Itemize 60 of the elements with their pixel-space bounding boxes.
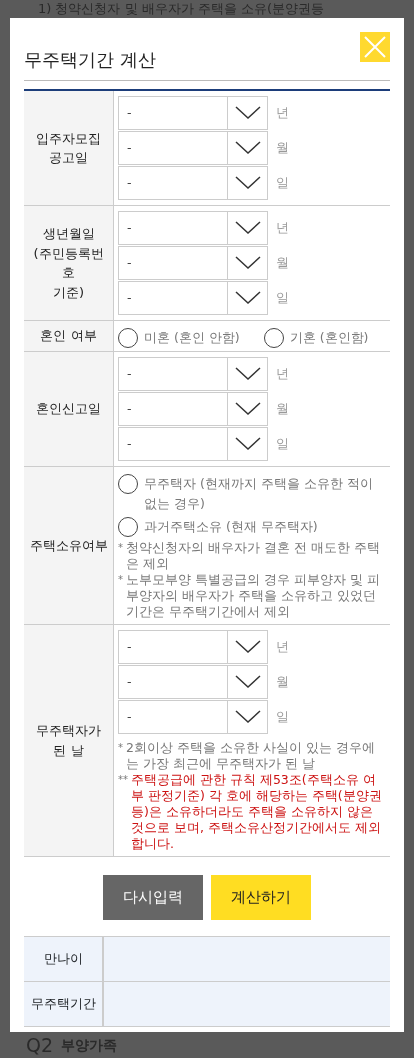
date-select[interactable]: - [118, 281, 268, 315]
chevron-down-icon [234, 106, 261, 120]
chevron-down-icon [234, 367, 261, 381]
modal-title: 무주택기간 계산 [24, 48, 156, 72]
unit-label: 년 [276, 637, 289, 656]
date-select[interactable]: - [118, 357, 268, 391]
date-select[interactable]: - [118, 392, 268, 426]
chevron-down-icon [234, 675, 261, 689]
result-label: 무주택기간 [24, 982, 104, 1026]
field-label: 혼인신고일 [24, 352, 114, 466]
date-select[interactable]: - [118, 427, 268, 461]
chevron-down-icon [234, 291, 261, 305]
unit-label: 일 [276, 288, 289, 307]
chevron-down-icon [234, 710, 261, 724]
radio-label: 미혼 (혼인 안함) [144, 329, 240, 347]
chevron-down-icon [234, 256, 261, 270]
date-select[interactable]: - [118, 630, 268, 664]
field-label: 주택소유여부 [24, 467, 114, 624]
unit-label: 년 [276, 103, 289, 122]
radio-label: 과거주택소유 (현재 무주택자) [144, 518, 318, 536]
note-text: 주택공급에 관한 규칙 제53조(주택소유 여부 판정기준) 각 호에 해당하는 주택(분양권 등)은 소유하더라도 주택을 소유하지 않은 것으로 보며, 주택소유산정기간에서도 제외 합니다. [131, 772, 383, 852]
close-icon [364, 36, 386, 58]
chevron-down-icon [234, 437, 261, 451]
field-label: 입주자모집 공고일 [24, 91, 114, 205]
note-marker: * [118, 541, 123, 555]
unit-label: 일 [276, 173, 289, 192]
note-text: 청약신청자의 배우자가 결혼 전 매도한 주택은 제외 [126, 540, 381, 572]
date-select[interactable]: - [118, 131, 268, 165]
date-select[interactable]: - [118, 211, 268, 245]
chevron-down-icon [234, 221, 261, 235]
note-marker: ** [118, 773, 128, 787]
unit-label: 일 [276, 707, 289, 726]
unit-label: 년 [276, 364, 289, 383]
unit-label: 년 [276, 218, 289, 237]
field-label: 무주택자가 된 날 [24, 625, 114, 856]
calculate-button[interactable]: 계산하기 [211, 875, 311, 920]
chevron-down-icon [234, 141, 261, 155]
unit-label: 월 [276, 399, 289, 418]
unit-label: 월 [276, 138, 289, 157]
radio-label: 기혼 (혼인함) [289, 329, 369, 347]
chevron-down-icon [234, 176, 261, 190]
date-select[interactable]: - [118, 700, 268, 734]
unit-label: 월 [276, 253, 289, 272]
note-marker: * [118, 573, 123, 587]
date-select[interactable]: - [118, 166, 268, 200]
note-marker: * [118, 741, 123, 755]
field-label: 생년월일 (주민등록번호 기준) [24, 206, 114, 320]
reset-button[interactable]: 다시입력 [103, 875, 203, 920]
date-select[interactable]: - [118, 246, 268, 280]
radio-label: 무주택자 (현재까지 주택을 소유한 적이 없는 경우) [144, 475, 374, 513]
note-text: 노부모부양 특별공급의 경우 피부양자 및 피부양자의 배우자가 주택을 소유하고 있었던 기간은 무주택기간에서 제외 [126, 572, 381, 620]
unit-label: 월 [276, 672, 289, 691]
chevron-down-icon [234, 640, 261, 654]
chevron-down-icon [234, 402, 261, 416]
date-select[interactable]: - [118, 665, 268, 699]
field-label: 혼인 여부 [24, 321, 114, 351]
note-text: 2회이상 주택을 소유한 사실이 있는 경우에는 가장 최근에 무주택자가 된 날 [126, 740, 376, 772]
date-select[interactable]: - [118, 96, 268, 130]
unit-label: 일 [276, 434, 289, 453]
result-label: 만나이 [24, 937, 104, 981]
